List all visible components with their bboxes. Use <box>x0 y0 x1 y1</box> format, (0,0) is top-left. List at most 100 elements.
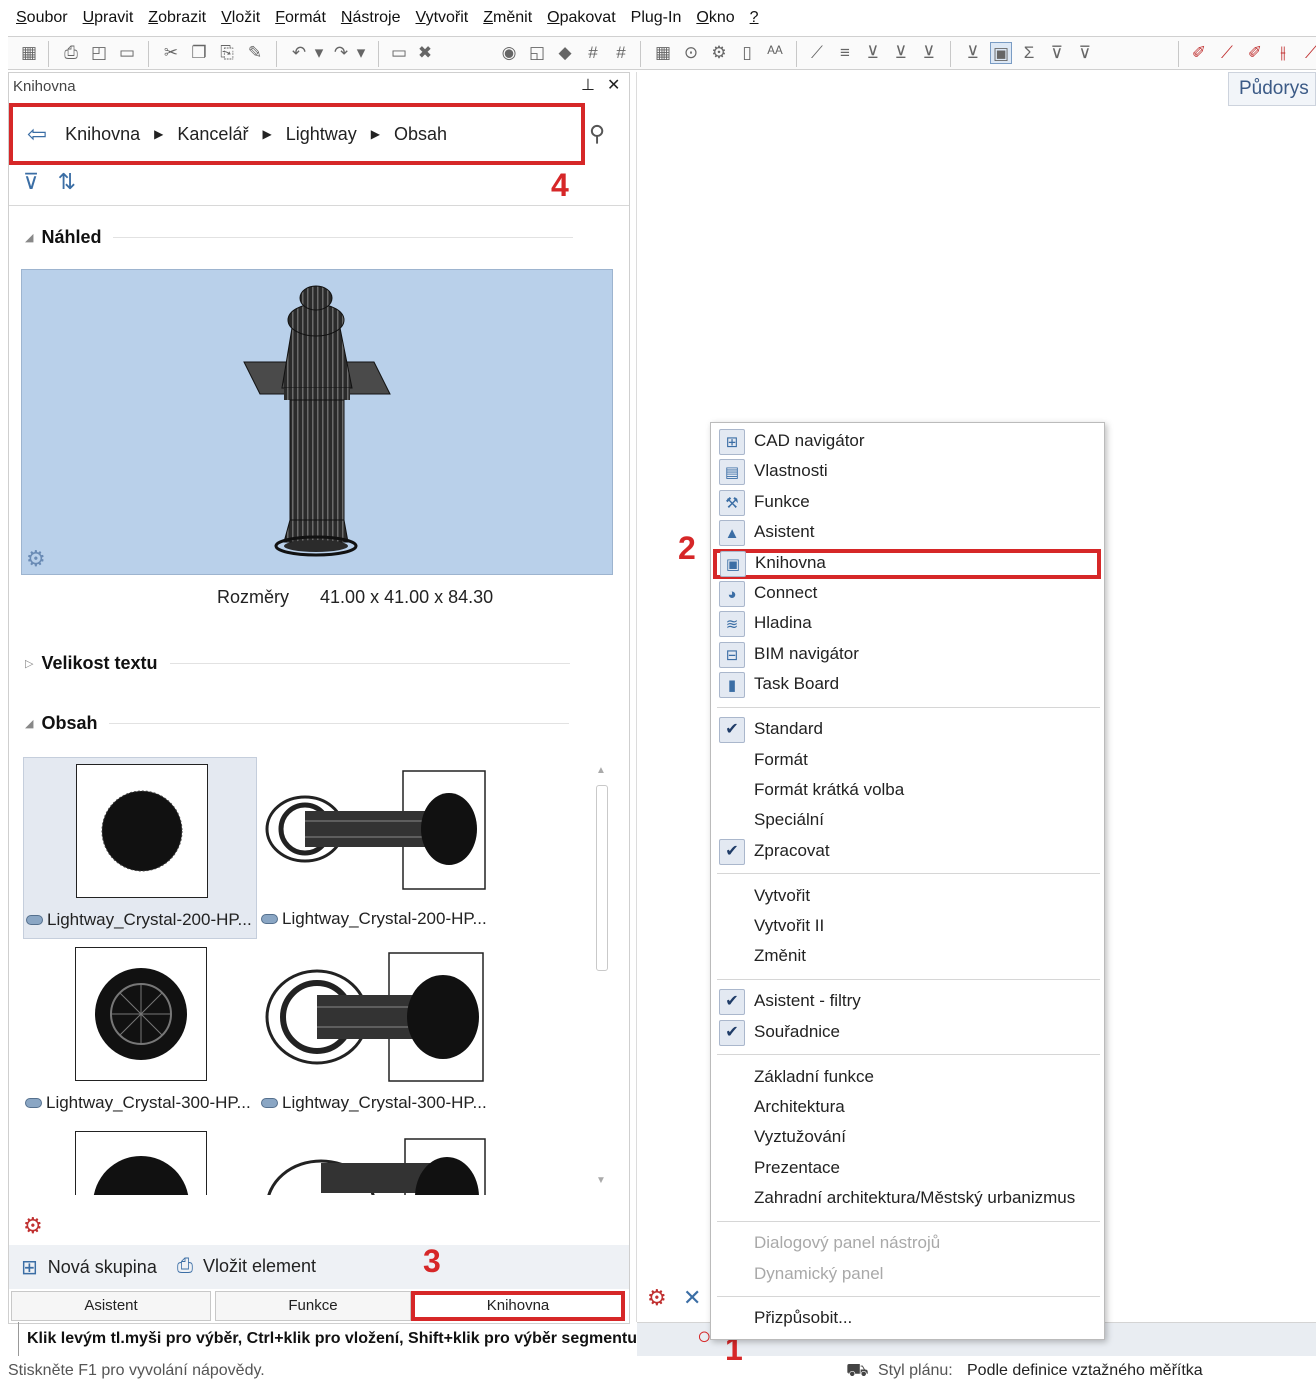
content-scrollbar[interactable]: ▲ ▼ <box>594 765 608 1193</box>
print-icon[interactable]: ⎙ <box>60 42 82 64</box>
menu-item[interactable]: Zobrazit <box>142 9 215 27</box>
library-item[interactable]: Lightway_Crystal-300-HP... <box>259 941 493 1123</box>
section-content[interactable]: ◢ Obsah <box>25 713 585 734</box>
breadcrumb-separator-icon[interactable]: ▶ <box>371 127 380 141</box>
text-icon[interactable]: ᴬᴬ <box>764 42 786 64</box>
filter-2-icon[interactable]: ⊽ <box>1074 42 1096 64</box>
document-icon[interactable]: ▯ <box>736 42 758 64</box>
paste-icon[interactable]: ⎘ <box>216 42 238 64</box>
menu-item[interactable]: Okno <box>690 9 743 27</box>
preview-icon[interactable]: ◰ <box>88 42 110 64</box>
menu-item[interactable]: Změnit <box>477 9 541 27</box>
menu-item-module[interactable]: Architektura <box>711 1093 1104 1123</box>
breadcrumb-separator-icon[interactable]: ▶ <box>154 127 163 141</box>
menu-item-toolbar[interactable]: ✔ Asistent - filtry <box>711 987 1104 1017</box>
menu-item[interactable]: Soubor <box>10 9 77 27</box>
filter-icon[interactable]: ⊽ <box>1046 42 1068 64</box>
align-icon[interactable]: ≡ <box>834 42 856 64</box>
scroll-down-icon[interactable]: ▼ <box>596 1175 606 1186</box>
menu-item-functions[interactable]: ⚒ Funkce <box>711 488 1104 518</box>
breadcrumb-item-kancelar[interactable]: Kancelář <box>177 124 248 145</box>
mirror-icon[interactable]: ⫲ <box>1272 42 1294 64</box>
breadcrumb-separator-icon[interactable]: ▶ <box>262 127 271 141</box>
tab-knihovna[interactable]: Knihovna <box>411 1291 625 1321</box>
search-icon[interactable]: ⚲ <box>589 121 605 147</box>
select-icon[interactable]: ⊻ <box>962 42 984 64</box>
menu-item-customize[interactable]: Přizpůsobit... <box>711 1304 1104 1334</box>
menu-item-toolbar[interactable]: Speciální <box>711 806 1104 836</box>
refresh-icon[interactable]: ⚙ <box>23 1213 43 1239</box>
select-filter-icon[interactable]: ⊻ <box>862 42 884 64</box>
menu-item[interactable]: Vytvořit <box>410 9 478 27</box>
close-icon[interactable]: ✕ <box>607 75 620 95</box>
menu-item-module[interactable]: Základní funkce <box>711 1063 1104 1093</box>
pick-icon[interactable]: ⟋ <box>806 42 828 64</box>
menu-item-properties[interactable]: ▤ Vlastnosti <box>711 457 1104 487</box>
plan-style-value[interactable]: Podle definice vztažného měřítka <box>967 1362 1203 1380</box>
menu-item[interactable]: ? <box>744 9 768 27</box>
tab-pudorys[interactable]: Půdorys <box>1228 72 1316 106</box>
scroll-up-icon[interactable]: ▲ <box>596 765 606 776</box>
grid-lines-icon[interactable]: # <box>582 42 604 64</box>
menu-item-toolbar[interactable]: Změnit <box>711 942 1104 972</box>
fit-view-icon[interactable]: ✕ <box>683 1285 701 1311</box>
calculator-icon[interactable]: ▦ <box>652 42 674 64</box>
menu-item-module[interactable]: Prezentace <box>711 1154 1104 1184</box>
library-item[interactable] <box>23 1125 257 1195</box>
undo-icon[interactable]: ↶ <box>288 42 310 64</box>
menu-item-library[interactable]: ▣ Knihovna <box>713 548 1101 579</box>
select-active-icon[interactable]: ▣ <box>990 42 1012 64</box>
menu-item[interactable]: Vložit <box>215 9 269 27</box>
filter-icon[interactable]: ⊽ <box>23 169 39 194</box>
select-filter-2-icon[interactable]: ⊻ <box>890 42 912 64</box>
breadcrumb-item-obsah[interactable]: Obsah <box>394 124 447 145</box>
menu-item-toolbar[interactable]: Formát krátká volba <box>711 776 1104 806</box>
menu-item-cad-navigator[interactable]: ⊞ CAD navigátor <box>711 427 1104 457</box>
library-item[interactable]: Lightway_Crystal-300-HP... <box>23 941 257 1123</box>
eraser-icon[interactable]: ✐ <box>1188 42 1210 64</box>
rotate-view-icon[interactable]: ⚙ <box>26 546 46 572</box>
tools-icon[interactable]: ✖ <box>414 42 436 64</box>
image-icon[interactable]: ▭ <box>116 42 138 64</box>
plan-view-icon[interactable]: ◱ <box>526 42 548 64</box>
measure-icon[interactable]: ▭ <box>388 42 410 64</box>
new-group-button[interactable]: ⊞ Nová skupina <box>21 1255 157 1280</box>
copy-icon[interactable]: ❐ <box>188 42 210 64</box>
more-icon[interactable]: ⟋ <box>1300 42 1316 64</box>
menu-item-toolbar[interactable]: Vytvořit <box>711 882 1104 912</box>
format-painter-icon[interactable]: ✎ <box>244 42 266 64</box>
grid-lines-2-icon[interactable]: # <box>610 42 632 64</box>
menu-item-toolbar[interactable]: ✔ Standard <box>711 715 1104 745</box>
redo-icon[interactable]: ↷ <box>330 42 352 64</box>
menu-item-task-board[interactable]: ▮ Task Board <box>711 670 1104 700</box>
grid-icon[interactable]: ▦ <box>18 42 40 64</box>
back-arrow-icon[interactable]: ⇦ <box>27 120 47 149</box>
breadcrumb-item-knihovna[interactable]: Knihovna <box>65 124 140 145</box>
sort-icon[interactable]: ⇅ <box>58 169 76 194</box>
menu-item-bim-navigator[interactable]: ⊟ BIM navigátor <box>711 640 1104 670</box>
settings-icon[interactable]: ⚙ <box>708 42 730 64</box>
insert-element-button[interactable]: ⎙ Vložit element <box>177 1255 316 1278</box>
menu-item[interactable]: Plug-In <box>625 9 691 27</box>
pin-icon[interactable]: ⊥ <box>581 75 595 95</box>
split-icon[interactable]: ✐ <box>1244 42 1266 64</box>
menu-item-module[interactable]: Vyztužování <box>711 1123 1104 1153</box>
menu-item[interactable]: Upravit <box>77 9 143 27</box>
tab-funkce[interactable]: Funkce <box>215 1291 411 1321</box>
query-icon[interactable]: ⊙ <box>680 42 702 64</box>
view-icon[interactable]: ◉ <box>498 42 520 64</box>
trim-icon[interactable]: ⟋ <box>1216 42 1238 64</box>
menu-item[interactable]: Opakovat <box>541 9 625 27</box>
library-item[interactable]: Lightway_Crystal-200-HP... <box>259 757 493 939</box>
menu-item-toolbar[interactable]: Vytvořit II <box>711 912 1104 942</box>
section-preview[interactable]: ◢ Náhled <box>25 227 585 248</box>
menu-item-layer[interactable]: ≋ Hladina <box>711 609 1104 639</box>
breadcrumb-item-lightway[interactable]: Lightway <box>286 124 357 145</box>
tab-asistent[interactable]: Asistent <box>11 1291 211 1321</box>
redo-dropdown-icon[interactable]: ▾ <box>350 42 372 64</box>
library-item[interactable] <box>259 1125 493 1195</box>
menu-item[interactable]: Formát <box>269 9 335 27</box>
cut-icon[interactable]: ✂ <box>160 42 182 64</box>
menu-item-toolbar[interactable]: Formát <box>711 746 1104 776</box>
undo-dropdown-icon[interactable]: ▾ <box>308 42 330 64</box>
